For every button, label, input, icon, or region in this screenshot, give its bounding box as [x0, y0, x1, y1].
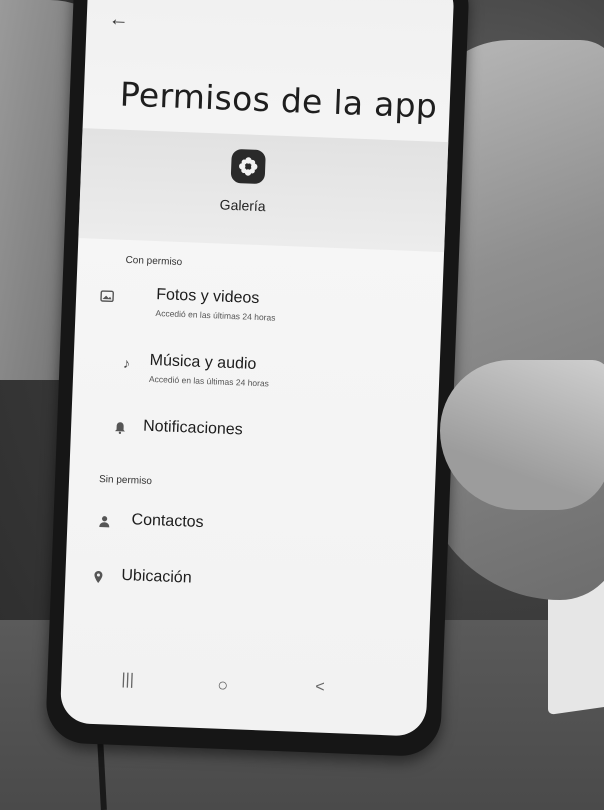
permission-row-notifications[interactable]: Notificaciones — [69, 413, 437, 483]
permission-label: Música y audio — [149, 351, 257, 373]
back-arrow-icon[interactable]: ← — [108, 8, 129, 32]
back-button[interactable]: < — [315, 678, 325, 696]
person-icon — [95, 514, 114, 533]
location-pin-icon — [89, 570, 108, 589]
permission-row-photos[interactable]: Fotos y videos Accedió en las últimas 24… — [75, 281, 443, 351]
photo-scene: ← Permisos de la app Galería Con permiso… — [0, 0, 604, 810]
permission-subtitle: Accedió en las últimas 24 horas — [155, 308, 276, 323]
app-name: Galería — [219, 196, 266, 215]
phone: ← Permisos de la app Galería Con permiso… — [44, 0, 471, 758]
permission-label: Fotos y videos — [155, 286, 260, 308]
flower-icon — [230, 148, 266, 185]
right-thumb — [440, 360, 604, 510]
page-title: Permisos de la app — [119, 74, 438, 126]
app-header — [78, 128, 449, 253]
permission-row-music[interactable]: ♪ Música y audio Accedió en las últimas … — [72, 347, 440, 417]
phone-screen: ← Permisos de la app Galería Con permiso… — [59, 0, 455, 737]
navigation-bar: ||| ○ < — [60, 653, 428, 727]
permission-label: Notificaciones — [142, 417, 244, 439]
music-note-icon: ♪ — [122, 354, 131, 372]
permission-label: Ubicación — [121, 566, 192, 587]
allowed-section-label: Con permiso — [125, 254, 183, 269]
recent-apps-button[interactable]: ||| — [121, 671, 134, 689]
denied-section-label: Sin permiso — [98, 474, 153, 488]
permission-label: Contactos — [131, 511, 204, 532]
bell-icon — [111, 420, 130, 439]
photo-icon — [98, 288, 117, 307]
home-button[interactable]: ○ — [217, 675, 229, 696]
permission-subtitle: Accedió en las últimas 24 horas — [148, 373, 270, 389]
